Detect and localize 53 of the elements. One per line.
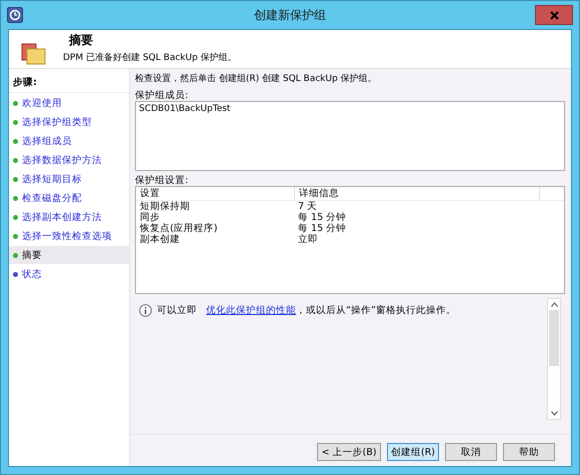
optimize-link[interactable]: 优化此保护组的性能: [206, 305, 296, 316]
step-item[interactable]: 选择短期目标: [9, 170, 129, 188]
member-entry: SCDB01\BackUpTest: [139, 104, 230, 114]
table-cell-text: 每 15 分钟: [297, 223, 348, 234]
step-item[interactable]: 选择一致性检查选项: [9, 227, 129, 245]
close-button[interactable]: [535, 5, 573, 25]
instruction-text: 检查设置，然后单击 创建组(R) 创建 SQL BackUp 保护组。: [135, 72, 378, 86]
step-item[interactable]: 选择保护组类型: [9, 113, 129, 131]
step-label: 选择一致性检查选项: [22, 230, 112, 242]
dialog-button[interactable]: 创建组(R): [387, 443, 439, 461]
step-label: 选择副本创建方法: [22, 210, 102, 224]
steps-heading: 步骤:: [9, 73, 129, 93]
folder-icon: [21, 42, 47, 66]
info-icon: [139, 304, 152, 317]
step-item[interactable]: 欢迎使用: [9, 94, 129, 112]
window-title: 创建新保护组: [254, 6, 326, 24]
table-cell-text: 短期保持期: [139, 201, 191, 212]
close-icon: [550, 10, 558, 20]
step-label: 选择短期目标: [22, 172, 82, 186]
table-cell-text: 同步: [139, 212, 161, 223]
page-subtitle: DPM 已准备好创建 SQL BackUp 保护组。: [63, 52, 237, 64]
step-label: 欢迎使用: [22, 96, 62, 110]
step-item[interactable]: 摘要: [9, 246, 129, 264]
step-label: 选择保护组类型: [22, 116, 92, 128]
table-cell-text: 立即: [297, 234, 319, 245]
page-title: 摘要: [69, 32, 94, 49]
dialog-button[interactable]: 帮助: [503, 443, 555, 461]
scroll-thumb[interactable]: [549, 310, 559, 366]
members-label: 保护组成员:: [135, 89, 190, 101]
info-text: 可以立即 优化此保护组的性能，或以后从“操作”窗格执行此操作。: [157, 304, 456, 317]
scroll-down-icon: [550, 411, 558, 416]
step-label: 摘要: [22, 248, 42, 262]
dialog-button[interactable]: 取消: [445, 443, 497, 461]
step-item[interactable]: 选择数据保护方法: [9, 151, 129, 169]
step-item[interactable]: 选择副本创建方法: [9, 208, 129, 226]
table-cell-text: 副本创建: [139, 234, 181, 245]
table-cell-text: 每 15 分钟: [297, 212, 348, 223]
step-item[interactable]: 状态: [9, 265, 129, 283]
column-header[interactable]: 详细信息: [295, 187, 540, 200]
scroll-up-icon: [550, 302, 558, 307]
column-header[interactable]: 设置: [136, 187, 295, 200]
step-item[interactable]: 检查磁盘分配: [9, 189, 129, 207]
app-icon: [7, 7, 23, 23]
scrollbar[interactable]: [547, 298, 561, 420]
dialog-button[interactable]: < 上一步(B): [317, 443, 381, 461]
step-item[interactable]: 选择组成员: [9, 132, 129, 150]
step-label: 检查磁盘分配: [22, 192, 82, 204]
step-label: 状态: [22, 268, 42, 280]
settings-label: 保护组设置:: [135, 174, 190, 186]
table-cell-text: 恢复点(应用程序): [138, 223, 218, 234]
table-cell-text: 7 天: [297, 201, 318, 212]
step-label: 选择数据保护方法: [22, 154, 102, 166]
step-label: 选择组成员: [22, 134, 72, 148]
